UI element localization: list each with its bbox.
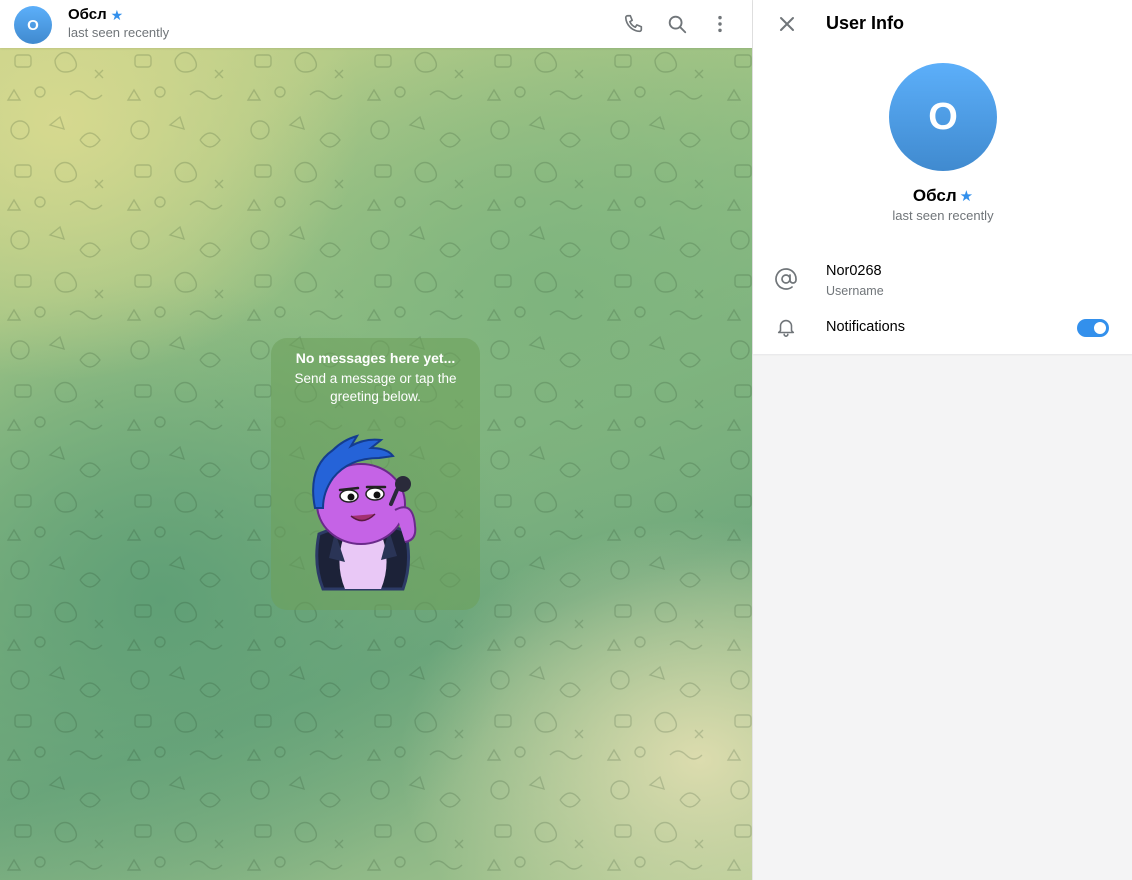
profile-avatar[interactable]: О xyxy=(889,63,997,171)
notifications-toggle[interactable] xyxy=(1077,319,1109,337)
peer-name[interactable]: Обсл ★ xyxy=(68,6,123,23)
close-icon xyxy=(780,17,794,31)
premium-star-icon: ★ xyxy=(959,188,974,205)
profile-avatar-initial: О xyxy=(928,95,958,138)
phone-icon xyxy=(624,14,643,33)
notifications-label: Notifications xyxy=(826,319,905,335)
empty-chat-subtitle: Send a message or tap the greeting below… xyxy=(294,371,457,404)
username-row[interactable]: Nor0268 Username xyxy=(753,256,1132,302)
bell-icon xyxy=(773,314,799,340)
call-button[interactable] xyxy=(618,8,650,40)
more-vertical-icon xyxy=(718,15,722,33)
username-label: Username xyxy=(826,284,884,298)
peer-name-text: Обсл xyxy=(68,6,107,23)
search-icon xyxy=(668,15,687,34)
more-button[interactable] xyxy=(704,8,736,40)
empty-chat-card: No messages here yet... Send a message o… xyxy=(271,338,480,610)
peer-avatar[interactable]: О xyxy=(14,6,52,44)
toggle-knob xyxy=(1092,320,1108,336)
profile-name-text: Обсл xyxy=(912,186,957,205)
user-info-card: User Info О Обсл ★ last seen recently Nor… xyxy=(753,0,1132,354)
user-info-panel: User Info О Обсл ★ last seen recently Nor… xyxy=(752,0,1132,880)
profile-name: Обсл ★ xyxy=(753,186,1132,206)
profile-status: last seen recently xyxy=(892,208,994,223)
empty-chat-title: No messages here yet... xyxy=(295,350,456,366)
panel-title: User Info xyxy=(826,13,905,33)
notifications-row[interactable]: Notifications xyxy=(753,306,1132,350)
chat-header: О Обсл ★ last seen recently xyxy=(0,0,752,48)
close-panel-button[interactable] xyxy=(771,8,803,40)
greeting-sticker[interactable] xyxy=(291,434,431,596)
username-value: Nor0268 xyxy=(826,263,882,279)
peer-status: last seen recently xyxy=(68,25,170,40)
at-sign-icon xyxy=(773,266,799,292)
peer-avatar-initial: О xyxy=(27,16,39,34)
premium-star-icon: ★ xyxy=(110,6,124,23)
chat-area: О Обсл ★ last seen recently No messages … xyxy=(0,0,752,880)
search-button[interactable] xyxy=(661,8,693,40)
